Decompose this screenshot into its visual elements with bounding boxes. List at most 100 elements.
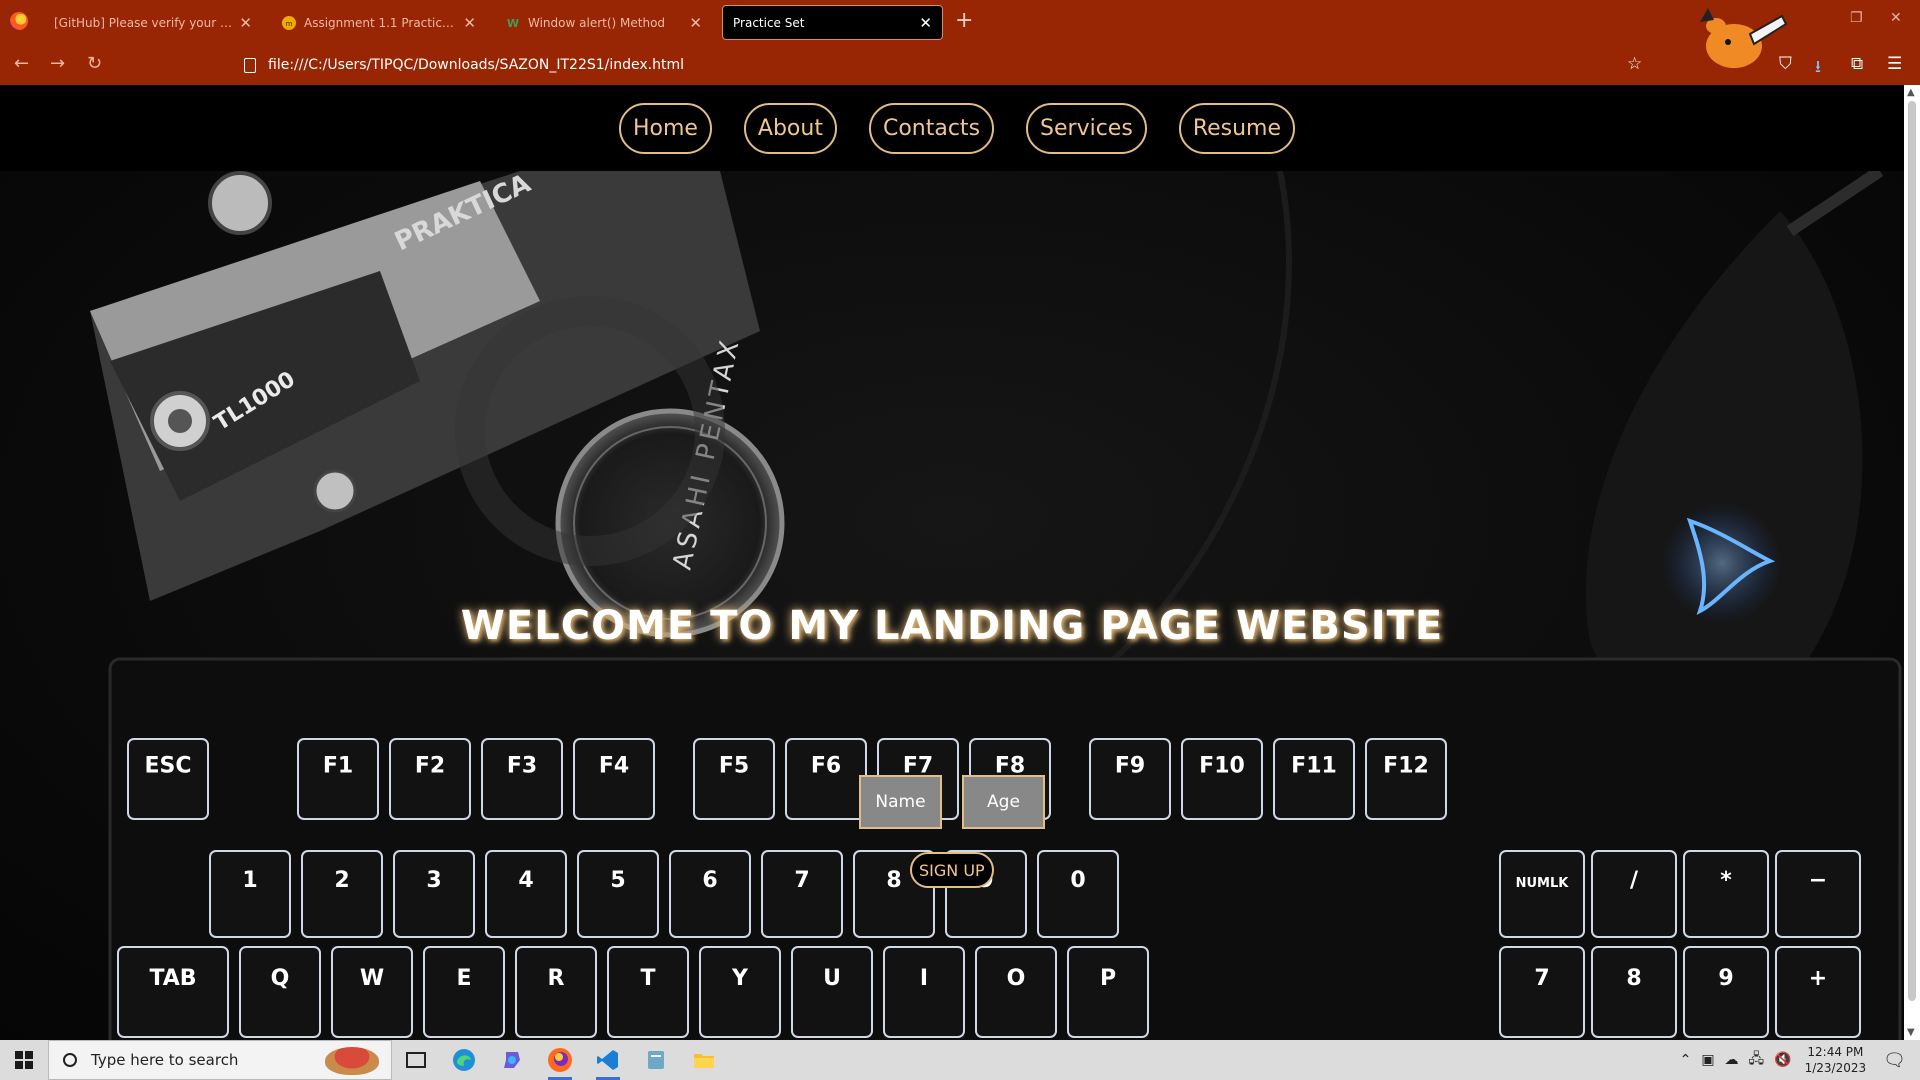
keyboard-image: ESCF1F2F3F4F5F6F7F8F9F10F11F12 123456789… <box>108 657 1902 1040</box>
reload-icon[interactable]: ↻ <box>87 53 102 74</box>
firefox-taskbar-icon[interactable] <box>536 1040 584 1080</box>
keyboard-key-label: 1 <box>242 868 257 893</box>
letter-key-row: TAB Q W E R T Y U I O P <box>117 946 1149 1038</box>
close-icon[interactable]: ✕ <box>239 14 252 32</box>
edge-icon[interactable] <box>440 1040 488 1080</box>
new-tab-icon[interactable]: + <box>955 8 973 33</box>
forward-icon[interactable]: → <box>50 53 65 74</box>
moodle-favicon-icon: m <box>282 15 296 30</box>
system-clock[interactable]: 12:44 PM 1/23/2023 <box>1805 1044 1867 1076</box>
meet-now-icon[interactable]: ▣ <box>1701 1052 1714 1068</box>
page-icon <box>244 57 256 73</box>
back-icon[interactable]: ← <box>14 53 29 74</box>
keyboard-key-label: 2 <box>334 868 349 893</box>
svg-text:W: W <box>507 17 519 30</box>
scroll-up-icon[interactable]: ▲ <box>1907 87 1915 98</box>
page-viewport: Home About Contacts Services Resume TL10… <box>0 85 1904 1040</box>
vscode-icon[interactable] <box>584 1040 632 1080</box>
notifications-icon[interactable]: 🗨 <box>1883 1050 1906 1071</box>
keyboard-key <box>669 850 751 938</box>
keyboard-key-label: U <box>823 966 841 991</box>
tab-title: [GitHub] Please verify your device - <box>54 15 233 30</box>
url-text: file:///C:/Users/TIPQC/Downloads/SAZON_I… <box>268 57 685 73</box>
nav-services[interactable]: Services <box>1026 102 1147 154</box>
chevron-up-icon[interactable]: ⌃ <box>1680 1052 1692 1068</box>
close-icon[interactable]: ✕ <box>689 14 702 32</box>
keyboard-key-label: Q <box>271 966 290 991</box>
keyboard-key-label: E <box>456 966 471 991</box>
keyboard-key-label: R <box>548 966 565 991</box>
address-bar[interactable]: file:///C:/Users/TIPQC/Downloads/SAZON_I… <box>232 51 1650 79</box>
downloads-icon[interactable]: ⭳ <box>1815 54 1821 83</box>
keyboard-key <box>393 850 475 938</box>
keyboard-key <box>577 850 659 938</box>
keyboard-key-label: 8 <box>1626 966 1641 991</box>
site-navigation: Home About Contacts Services Resume <box>0 85 1904 171</box>
onedrive-icon[interactable]: ☁ <box>1725 1052 1739 1068</box>
nav-resume[interactable]: Resume <box>1178 102 1296 154</box>
scrollbar-thumb[interactable] <box>1908 101 1916 1001</box>
firefox-menu-icon[interactable] <box>10 12 28 30</box>
keyboard-key-label: * <box>1720 868 1732 893</box>
svg-text:m: m <box>286 20 293 28</box>
nav-home[interactable]: Home <box>618 102 712 154</box>
app-icon[interactable] <box>632 1040 680 1080</box>
restore-window-icon[interactable]: ❐ <box>1850 10 1863 26</box>
close-icon[interactable]: ✕ <box>463 14 476 32</box>
sign-up-button[interactable]: SIGN UP <box>910 852 994 888</box>
extensions-icon[interactable]: ⧉ <box>1851 54 1863 74</box>
keyboard-key <box>1775 850 1861 938</box>
windows-taskbar: Type here to search ⌃ ▣ ☁ 🖧 🔇 12:44 PM 1… <box>0 1040 1920 1080</box>
nav-about[interactable]: About <box>743 102 837 154</box>
browser-tab-bar: [GitHub] Please verify your device - ✕ m… <box>0 0 1920 45</box>
system-tray: ⌃ ▣ ☁ 🖧 🔇 12:44 PM 1/23/2023 🗨 <box>1675 1040 1920 1080</box>
taskbar-search-box[interactable]: Type here to search <box>48 1040 392 1080</box>
keyboard-key <box>699 946 781 1038</box>
keyboard-key-label: NUMLK <box>1516 876 1570 891</box>
keyboard-key <box>301 850 383 938</box>
scroll-down-icon[interactable]: ▼ <box>1907 1027 1915 1038</box>
task-view-icon[interactable] <box>392 1040 440 1080</box>
keyboard-key <box>1499 850 1585 938</box>
clock-time: 12:44 PM <box>1807 1045 1864 1059</box>
tab-assignment[interactable]: m Assignment 1.1 Practice Set: HTML ✕ <box>272 5 486 40</box>
theme-mascot-image <box>1700 8 1788 68</box>
keyboard-key <box>883 946 965 1038</box>
name-field[interactable] <box>859 775 942 829</box>
tab-title: Assignment 1.1 Practice Set: HTML <box>304 15 457 30</box>
keyboard-key-label: W <box>360 966 384 991</box>
tab-w3schools[interactable]: W Window alert() Method ✕ <box>496 5 712 40</box>
keyboard-key-label: I <box>920 966 928 991</box>
keyboard-key <box>607 946 689 1038</box>
close-window-icon[interactable]: ✕ <box>1890 10 1902 26</box>
start-button[interactable] <box>0 1040 48 1080</box>
page-scrollbar[interactable]: ▲ ▼ <box>1904 85 1920 1040</box>
bookmark-star-icon[interactable]: ☆ <box>1627 54 1642 74</box>
w3schools-favicon-icon: W <box>507 17 519 30</box>
search-icon <box>63 1053 77 1067</box>
keyboard-key-label: TAB <box>149 966 196 991</box>
close-icon[interactable]: ✕ <box>919 14 932 32</box>
keyboard-key <box>1499 946 1585 1038</box>
browser-nav-bar: ← → ↻ file:///C:/Users/TIPQC/Downloads/S… <box>0 45 1920 85</box>
volume-muted-icon[interactable]: 🔇 <box>1774 1052 1791 1068</box>
keyboard-key <box>761 850 843 938</box>
tab-title: Window alert() Method <box>528 15 666 30</box>
keyboard-key <box>1591 946 1677 1038</box>
keyboard-key <box>1037 850 1119 938</box>
menu-icon[interactable]: ☰ <box>1887 54 1902 74</box>
nav-contacts[interactable]: Contacts <box>868 102 995 154</box>
tab-github[interactable]: [GitHub] Please verify your device - ✕ <box>44 5 262 40</box>
file-explorer-icon[interactable] <box>680 1040 728 1080</box>
keyboard-key <box>1591 850 1677 938</box>
signup-form <box>0 775 1904 829</box>
age-field[interactable] <box>962 775 1045 829</box>
network-icon[interactable]: 🖧 <box>1749 1048 1765 1072</box>
keyboard-key-label: Y <box>731 966 749 991</box>
keyboard-key-label: P <box>1100 966 1116 991</box>
hero-section: TL1000 PRAKTICA ASAHI PENTAX ESC F1 F2 F… <box>0 171 1904 1040</box>
tab-practice-set[interactable]: Practice Set ✕ <box>722 5 943 40</box>
windows-logo-icon <box>15 1051 33 1069</box>
keyboard-key <box>1775 946 1861 1038</box>
copilot-icon[interactable] <box>488 1040 536 1080</box>
